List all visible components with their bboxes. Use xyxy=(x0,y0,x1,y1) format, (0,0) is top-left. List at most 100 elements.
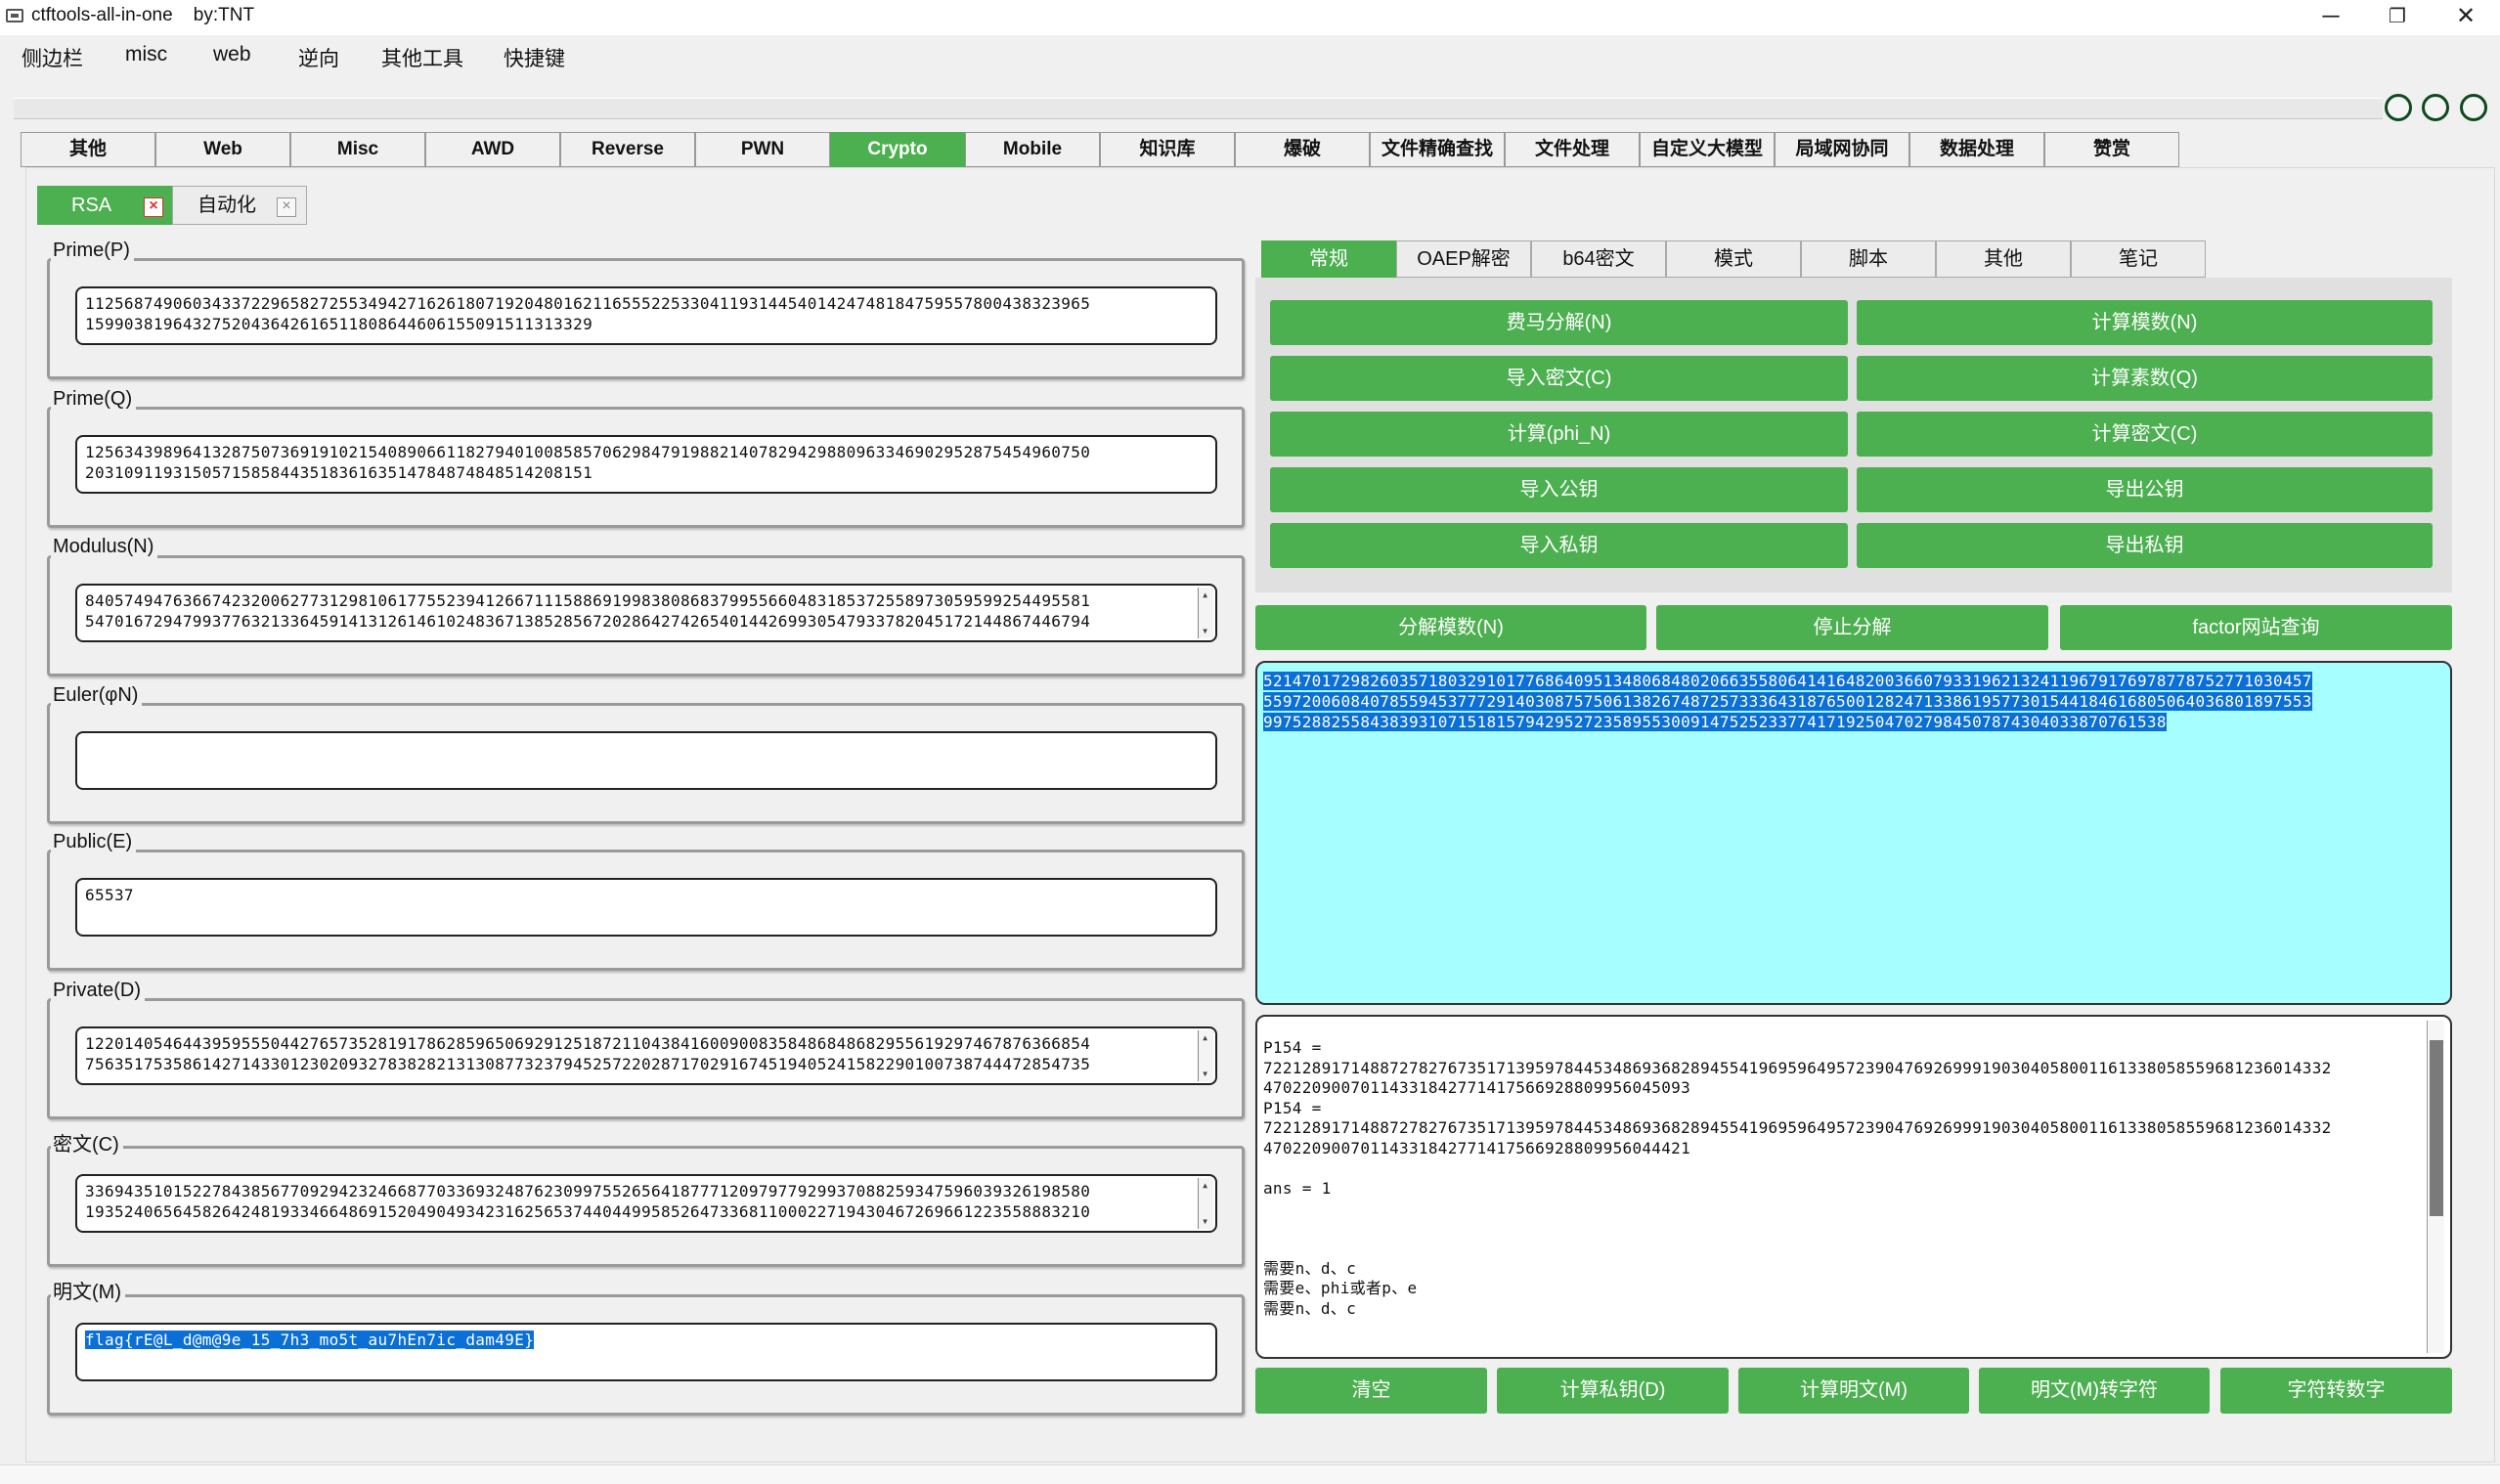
ciphertext-c-label: 密文(C) xyxy=(51,1128,123,1157)
menu-bar xyxy=(0,35,2500,80)
app-icon xyxy=(6,9,23,22)
compute-prime-q-button[interactable]: 计算素数(Q) xyxy=(1857,356,2433,401)
factor-modulus-button[interactable]: 分解模数(N) xyxy=(1255,605,1646,650)
modulus-n-value: 8405749476366742320062773129810617755239… xyxy=(85,591,1091,631)
prime-p-label: Prime(P) xyxy=(51,240,134,262)
plaintext-m-value: flag{rE@L_d@m@9e_15_7h3_mo5t_au7hEn7ic_d… xyxy=(85,1331,535,1349)
subtab-rsa[interactable]: RSA × xyxy=(37,186,172,225)
modulus-n-group: 8405749476366742320062773129810617755239… xyxy=(47,555,1245,677)
private-d-scrollbar[interactable] xyxy=(1198,1028,1213,1083)
compute-plaintext-button[interactable]: 计算明文(M) xyxy=(1738,1368,1969,1414)
menu-shortcuts[interactable]: 快捷键 xyxy=(504,43,565,72)
log-output-area[interactable]: P154 = 722128917148872782767351713959784… xyxy=(1255,1015,2452,1359)
tab-file-process[interactable]: 文件处理 xyxy=(1505,132,1640,167)
factor-website-button[interactable]: factor网站查询 xyxy=(2060,605,2452,650)
plaintext-to-string-button[interactable]: 明文(M)转字符 xyxy=(1979,1368,2210,1414)
modulus-n-scrollbar[interactable] xyxy=(1198,586,1213,640)
tab-knowledge[interactable]: 知识库 xyxy=(1100,132,1235,167)
rtab-notes[interactable]: 笔记 xyxy=(2071,240,2206,278)
toolbar-strip xyxy=(14,98,2383,119)
circle-button-3-icon[interactable] xyxy=(2460,94,2487,121)
tab-donate[interactable]: 赞赏 xyxy=(2044,132,2179,167)
export-private-key-button[interactable]: 导出私钥 xyxy=(1857,523,2433,568)
private-d-label: Private(D) xyxy=(51,980,146,1002)
ciphertext-c-group: 3369435101522784385677092942324668770336… xyxy=(47,1146,1245,1267)
tab-custom-llm[interactable]: 自定义大模型 xyxy=(1640,132,1775,167)
tab-bruteforce[interactable]: 爆破 xyxy=(1235,132,1370,167)
prime-p-group: 1125687490603433722965827255349427162618… xyxy=(47,258,1245,379)
menu-misc[interactable]: misc xyxy=(125,43,167,66)
public-e-group: 65537 xyxy=(47,850,1245,971)
status-bar xyxy=(0,1464,2500,1484)
rtab-oaep[interactable]: OAEP解密 xyxy=(1396,240,1531,278)
tab-file-search[interactable]: 文件精确查找 xyxy=(1370,132,1505,167)
import-public-key-button[interactable]: 导入公钥 xyxy=(1270,467,1848,512)
import-private-key-button[interactable]: 导入私钥 xyxy=(1270,523,1848,568)
title-bar xyxy=(0,0,2500,35)
menu-web[interactable]: web xyxy=(213,43,251,66)
maximize-icon[interactable]: ❐ xyxy=(2363,0,2432,35)
log-scroll-thumb[interactable] xyxy=(2430,1040,2443,1216)
tab-web[interactable]: Web xyxy=(155,132,290,167)
rtab-b64[interactable]: b64密文 xyxy=(1531,240,1666,278)
tab-reverse[interactable]: Reverse xyxy=(560,132,695,167)
minimize-icon[interactable]: ─ xyxy=(2297,0,2365,35)
prime-q-label: Prime(Q) xyxy=(51,388,137,411)
menu-sidebar[interactable]: 侧边栏 xyxy=(22,43,83,72)
window-title: ctftools-all-in-one by:TNT xyxy=(31,5,255,25)
tab-awd[interactable]: AWD xyxy=(425,132,560,167)
ciphertext-c-scrollbar[interactable] xyxy=(1198,1176,1213,1231)
tab-pwn[interactable]: PWN xyxy=(695,132,830,167)
circle-button-1-icon[interactable] xyxy=(2385,94,2412,121)
plaintext-m-label: 明文(M) xyxy=(51,1276,125,1304)
compute-phi-button[interactable]: 计算(phi_N) xyxy=(1270,412,1848,457)
fermat-factor-button[interactable]: 费马分解(N) xyxy=(1270,300,1848,345)
compute-modulus-button[interactable]: 计算模数(N) xyxy=(1857,300,2433,345)
close-rsa-tab-icon[interactable]: × xyxy=(144,197,163,217)
rtab-script[interactable]: 脚本 xyxy=(1801,240,1936,278)
rtab-mode[interactable]: 模式 xyxy=(1666,240,1801,278)
tab-lan-collab[interactable]: 局域网协同 xyxy=(1775,132,1909,167)
factor-output-text: 5214701729826035718032910177686409513480… xyxy=(1263,672,2312,731)
private-d-group: 1220140546443959555044276573528191786285… xyxy=(47,998,1245,1119)
public-e-label: Public(E) xyxy=(51,831,137,853)
close-automation-tab-icon[interactable]: × xyxy=(277,197,296,217)
ciphertext-c-value: 3369435101522784385677092942324668770336… xyxy=(85,1182,1091,1221)
private-d-field[interactable]: 1220140546443959555044276573528191786285… xyxy=(75,1026,1217,1085)
subtab-automation[interactable]: 自动化 × xyxy=(172,186,307,225)
close-icon[interactable]: ✕ xyxy=(2432,0,2500,35)
private-d-value: 1220140546443959555044276573528191786285… xyxy=(85,1034,1091,1073)
circle-button-2-icon[interactable] xyxy=(2422,94,2449,121)
import-ciphertext-button[interactable]: 导入密文(C) xyxy=(1270,356,1848,401)
euler-phi-group xyxy=(47,703,1245,824)
stop-factor-button[interactable]: 停止分解 xyxy=(1656,605,2048,650)
tab-other[interactable]: 其他 xyxy=(21,132,155,167)
euler-phi-field[interactable] xyxy=(75,731,1217,790)
log-scrollbar[interactable] xyxy=(2427,1021,2444,1353)
string-to-number-button[interactable]: 字符转数字 xyxy=(2220,1368,2452,1414)
rtab-other[interactable]: 其他 xyxy=(1936,240,2071,278)
menu-other-tools[interactable]: 其他工具 xyxy=(381,43,463,72)
tab-mobile[interactable]: Mobile xyxy=(965,132,1100,167)
factor-output-area[interactable]: 5214701729826035718032910177686409513480… xyxy=(1255,661,2452,1005)
compute-ciphertext-button[interactable]: 计算密文(C) xyxy=(1857,412,2433,457)
modulus-n-field[interactable]: 8405749476366742320062773129810617755239… xyxy=(75,584,1217,642)
log-output-text: P154 = 722128917148872782767351713959784… xyxy=(1263,1038,2332,1318)
prime-q-field[interactable]: 1256343989641328750736919102154089066118… xyxy=(75,435,1217,494)
tab-crypto[interactable]: Crypto xyxy=(830,132,965,167)
plaintext-m-group: flag{rE@L_d@m@9e_15_7h3_mo5t_au7hEn7ic_d… xyxy=(47,1294,1245,1416)
ciphertext-c-field[interactable]: 3369435101522784385677092942324668770336… xyxy=(75,1174,1217,1233)
subtab-automation-label: 自动化 xyxy=(197,195,256,216)
plaintext-m-field[interactable]: flag{rE@L_d@m@9e_15_7h3_mo5t_au7hEn7ic_d… xyxy=(75,1323,1217,1381)
clear-button[interactable]: 清空 xyxy=(1255,1368,1487,1414)
tab-misc[interactable]: Misc xyxy=(290,132,425,167)
tab-data-process[interactable]: 数据处理 xyxy=(1909,132,2044,167)
export-public-key-button[interactable]: 导出公钥 xyxy=(1857,467,2433,512)
menu-reverse[interactable]: 逆向 xyxy=(298,43,339,72)
rtab-general[interactable]: 常规 xyxy=(1261,240,1396,278)
subtab-rsa-label: RSA xyxy=(71,195,112,216)
public-e-field[interactable]: 65537 xyxy=(75,878,1217,937)
compute-private-key-button[interactable]: 计算私钥(D) xyxy=(1497,1368,1729,1414)
prime-p-field[interactable]: 1125687490603433722965827255349427162618… xyxy=(75,286,1217,345)
euler-phi-label: Euler(φN) xyxy=(51,684,143,707)
